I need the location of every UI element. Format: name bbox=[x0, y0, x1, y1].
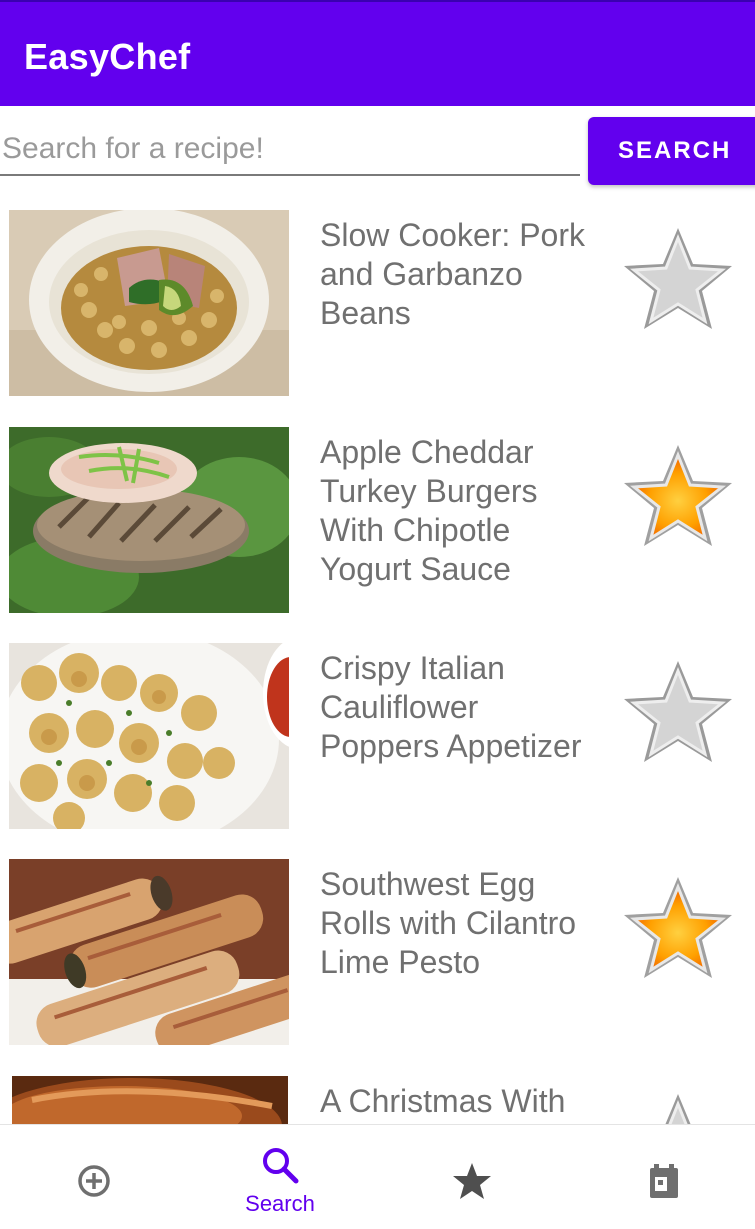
nav-label-search: Search bbox=[245, 1191, 315, 1216]
search-input[interactable] bbox=[0, 124, 580, 176]
nav-item-favorites[interactable] bbox=[378, 1125, 566, 1229]
nav-item-planner[interactable] bbox=[570, 1125, 755, 1229]
favorite-star-icon[interactable] bbox=[618, 869, 738, 987]
recipe-title: A Christmas With bbox=[320, 1083, 566, 1119]
recipe-row[interactable]: Apple Cheddar Turkey Burgers With Chipot… bbox=[0, 425, 755, 613]
recipe-row[interactable]: A Christmas With bbox=[0, 1074, 755, 1126]
recipe-image[interactable] bbox=[12, 1076, 288, 1126]
nav-item-add[interactable] bbox=[0, 1125, 188, 1229]
recipe-title: Slow Cooker: Pork and Garbanzo Beans bbox=[320, 217, 585, 331]
recipe-image[interactable] bbox=[9, 210, 289, 396]
app-bar: EasyChef bbox=[0, 0, 755, 106]
calendar-icon bbox=[642, 1159, 686, 1203]
star-icon bbox=[450, 1159, 494, 1203]
bottom-navigation: Search bbox=[0, 1124, 755, 1229]
search-button[interactable]: SEARCH bbox=[588, 117, 755, 185]
favorite-star-icon[interactable] bbox=[618, 220, 738, 338]
recipe-title: Apple Cheddar Turkey Burgers With Chipot… bbox=[320, 434, 538, 587]
recipe-row[interactable]: Southwest Egg Rolls with Cilantro Lime P… bbox=[0, 857, 755, 1045]
recipe-title: Southwest Egg Rolls with Cilantro Lime P… bbox=[320, 866, 577, 980]
recipe-image[interactable] bbox=[9, 643, 289, 829]
favorite-star-icon[interactable] bbox=[618, 1086, 738, 1126]
app-title: EasyChef bbox=[24, 36, 191, 77]
favorite-star-icon[interactable] bbox=[618, 437, 738, 555]
recipe-image[interactable] bbox=[9, 427, 289, 613]
recipe-title: Crispy Italian Cauliflower Poppers Appet… bbox=[320, 650, 582, 764]
add-circle-icon bbox=[72, 1159, 116, 1203]
nav-item-search[interactable]: Search bbox=[186, 1125, 374, 1229]
search-icon bbox=[258, 1143, 302, 1187]
recipe-image[interactable] bbox=[9, 859, 289, 1045]
recipe-list[interactable]: Slow Cooker: Pork and Garbanzo Beans App… bbox=[0, 208, 755, 1126]
recipe-row[interactable]: Crispy Italian Cauliflower Poppers Appet… bbox=[0, 641, 755, 829]
favorite-star-icon[interactable] bbox=[618, 653, 738, 771]
recipe-row[interactable]: Slow Cooker: Pork and Garbanzo Beans bbox=[0, 208, 755, 396]
